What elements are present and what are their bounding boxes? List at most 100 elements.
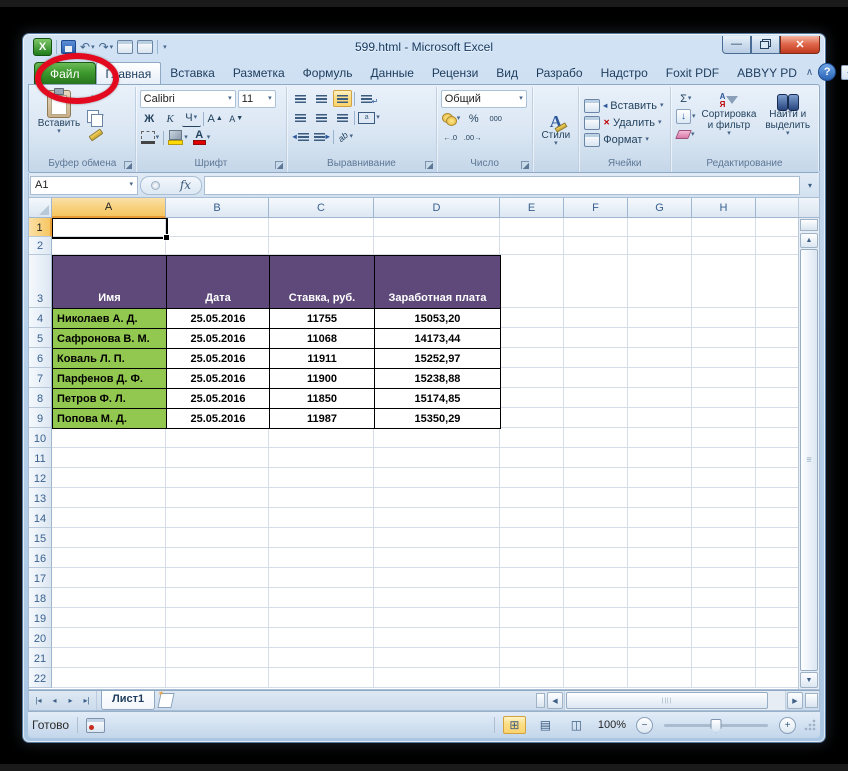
cell-G22[interactable] bbox=[628, 668, 692, 688]
table-cell[interactable]: 11850 bbox=[270, 389, 375, 409]
align-middle-button[interactable] bbox=[312, 90, 331, 107]
cell-C1[interactable] bbox=[269, 218, 374, 237]
cell-E20[interactable] bbox=[500, 628, 564, 648]
table-cell[interactable]: 15252,97 bbox=[375, 349, 501, 369]
tab-Вид[interactable]: Вид bbox=[487, 62, 527, 84]
cell-D1[interactable] bbox=[374, 218, 500, 237]
table-cell[interactable]: 14173,44 bbox=[375, 329, 501, 349]
cell-F8[interactable] bbox=[564, 388, 628, 408]
italic-button[interactable]: К bbox=[161, 110, 180, 127]
insert-worksheet-button[interactable] bbox=[155, 691, 177, 710]
cell-F7[interactable] bbox=[564, 368, 628, 388]
cell-F16[interactable] bbox=[564, 548, 628, 568]
font-size-select[interactable]: 11▾ bbox=[238, 90, 276, 108]
cell-H10[interactable] bbox=[692, 428, 756, 448]
scroll-left-icon[interactable]: ◀ bbox=[547, 692, 563, 709]
table-cell[interactable]: 15174,85 bbox=[375, 389, 501, 409]
tab-Рецензи[interactable]: Рецензи bbox=[423, 62, 487, 84]
cell-G21[interactable] bbox=[628, 648, 692, 668]
cell-B15[interactable] bbox=[166, 528, 269, 548]
redo-button[interactable]: ↷▾ bbox=[99, 41, 114, 53]
row-header-16[interactable]: 16 bbox=[29, 548, 52, 568]
cell-G14[interactable] bbox=[628, 508, 692, 528]
cell-G9[interactable] bbox=[628, 408, 692, 428]
cell-E7[interactable] bbox=[500, 368, 564, 388]
cell-E10[interactable] bbox=[500, 428, 564, 448]
cell-D16[interactable] bbox=[374, 548, 500, 568]
zoom-slider[interactable] bbox=[664, 724, 768, 727]
table-cell[interactable]: 25.05.2016 bbox=[167, 369, 270, 389]
cell-H11[interactable] bbox=[692, 448, 756, 468]
cell-E9[interactable] bbox=[500, 408, 564, 428]
cell-E6[interactable] bbox=[500, 348, 564, 368]
align-bottom-button[interactable] bbox=[333, 90, 352, 107]
cell-D12[interactable] bbox=[374, 468, 500, 488]
cell-D13[interactable] bbox=[374, 488, 500, 508]
horizontal-scroll-track[interactable] bbox=[564, 691, 786, 710]
font-dialog-launcher-icon[interactable] bbox=[275, 161, 283, 169]
cell-F22[interactable] bbox=[564, 668, 628, 688]
cell-H12[interactable] bbox=[692, 468, 756, 488]
cell-E12[interactable] bbox=[500, 468, 564, 488]
cell-D17[interactable] bbox=[374, 568, 500, 588]
scroll-right-icon[interactable]: ▶ bbox=[787, 692, 803, 709]
cell-F19[interactable] bbox=[564, 608, 628, 628]
cell-F5[interactable] bbox=[564, 328, 628, 348]
table-header-cell[interactable]: Дата bbox=[167, 256, 270, 309]
align-right-button[interactable] bbox=[333, 109, 352, 126]
cell-H4[interactable] bbox=[692, 308, 756, 328]
cells-area[interactable]: ИмяДатаСтавка, руб.Заработная платаНикол… bbox=[52, 218, 798, 689]
font-family-select[interactable]: Calibri▾ bbox=[140, 90, 236, 108]
table-header-cell[interactable]: Заработная плата bbox=[375, 256, 501, 309]
cell-G16[interactable] bbox=[628, 548, 692, 568]
horizontal-scroll-thumb[interactable] bbox=[566, 692, 768, 709]
cell-H17[interactable] bbox=[692, 568, 756, 588]
cell-H21[interactable] bbox=[692, 648, 756, 668]
tab-Формуль[interactable]: Формуль bbox=[294, 62, 362, 84]
cell-B17[interactable] bbox=[166, 568, 269, 588]
row-header-13[interactable]: 13 bbox=[29, 488, 52, 508]
cell-G19[interactable] bbox=[628, 608, 692, 628]
table-header-cell[interactable]: Ставка, руб. bbox=[270, 256, 375, 309]
cell-F14[interactable] bbox=[564, 508, 628, 528]
table-tool-icon-1[interactable] bbox=[117, 40, 133, 54]
scroll-down-icon[interactable]: ▼ bbox=[800, 672, 818, 688]
cell-C2[interactable] bbox=[269, 237, 374, 255]
fill-color-button[interactable]: ▾ bbox=[167, 129, 189, 146]
cell-E2[interactable] bbox=[500, 237, 564, 255]
paste-button[interactable]: Вставить▾ bbox=[32, 88, 86, 157]
cell-C22[interactable] bbox=[269, 668, 374, 688]
horizontal-split-box[interactable] bbox=[805, 693, 818, 708]
tab-Foxit PDF[interactable]: Foxit PDF bbox=[657, 62, 728, 84]
cell-D20[interactable] bbox=[374, 628, 500, 648]
cell-B16[interactable] bbox=[166, 548, 269, 568]
cell-A20[interactable] bbox=[52, 628, 166, 648]
collapse-ribbon-icon[interactable]: ∧ bbox=[806, 67, 813, 78]
cell-B12[interactable] bbox=[166, 468, 269, 488]
cell-G8[interactable] bbox=[628, 388, 692, 408]
cell-H2[interactable] bbox=[692, 237, 756, 255]
row-header-12[interactable]: 12 bbox=[29, 468, 52, 488]
cell-A11[interactable] bbox=[52, 448, 166, 468]
table-cell[interactable]: 15350,29 bbox=[375, 409, 501, 429]
row-header-20[interactable]: 20 bbox=[29, 628, 52, 648]
cell-E16[interactable] bbox=[500, 548, 564, 568]
sort-filter-button[interactable]: АЯ Сортировка и фильтр▾ bbox=[699, 90, 760, 155]
last-sheet-icon[interactable]: ▸| bbox=[79, 693, 94, 708]
tab-Данные[interactable]: Данные bbox=[362, 62, 423, 84]
cell-B13[interactable] bbox=[166, 488, 269, 508]
cell-C10[interactable] bbox=[269, 428, 374, 448]
close-button[interactable]: ✕ bbox=[780, 36, 820, 54]
table-cell[interactable]: Петров Ф. Л. bbox=[53, 389, 167, 409]
cell-C16[interactable] bbox=[269, 548, 374, 568]
cell-B19[interactable] bbox=[166, 608, 269, 628]
cell-B22[interactable] bbox=[166, 668, 269, 688]
shrink-font-button[interactable]: А▼ bbox=[227, 110, 246, 127]
cut-button[interactable]: ✂ bbox=[86, 90, 105, 107]
comma-style-button[interactable]: 000 bbox=[486, 110, 505, 127]
row-header-19[interactable]: 19 bbox=[29, 608, 52, 628]
row-header-11[interactable]: 11 bbox=[29, 448, 52, 468]
accounting-format-button[interactable]: ▾ bbox=[441, 110, 462, 127]
table-header-cell[interactable]: Имя bbox=[53, 256, 167, 309]
cell-G12[interactable] bbox=[628, 468, 692, 488]
